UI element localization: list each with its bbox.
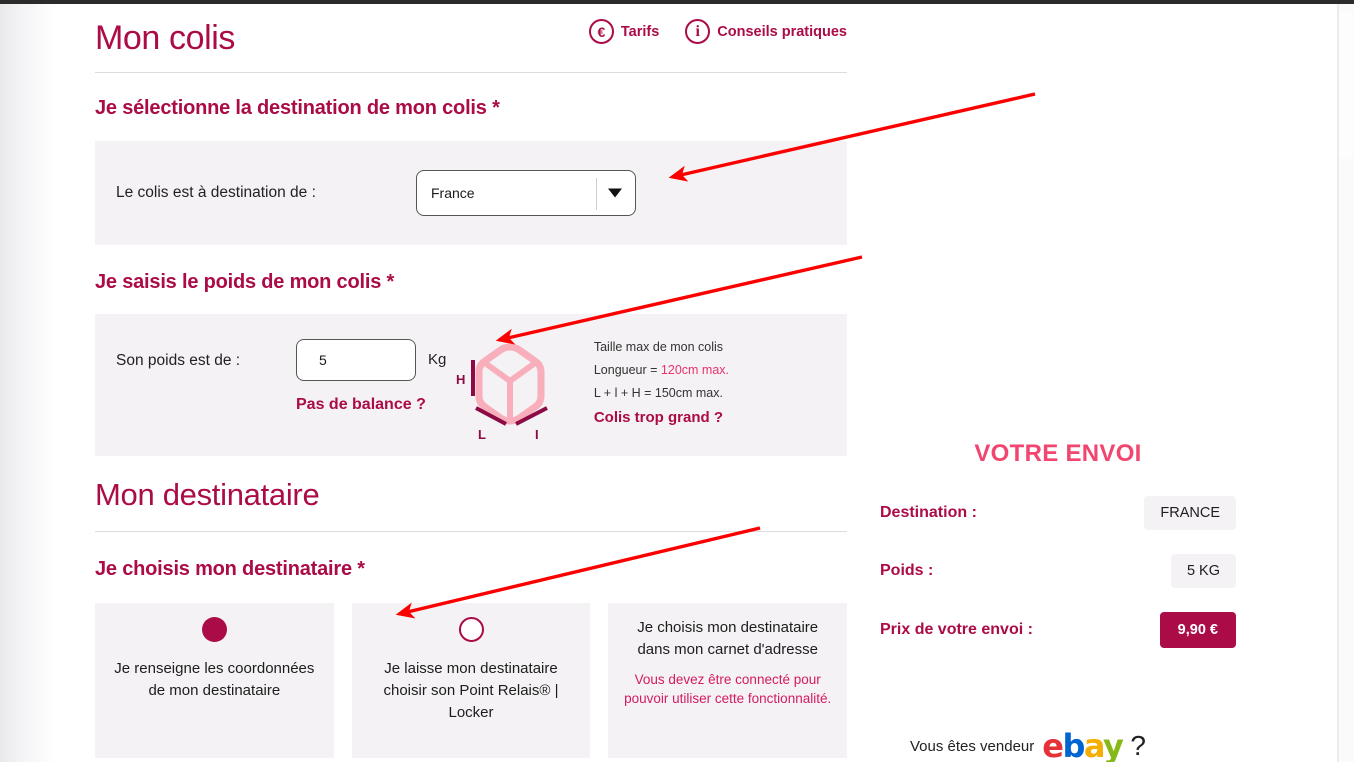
summary-row-destination: Destination : FRANCE <box>880 496 1236 530</box>
euro-icon: € <box>588 19 614 44</box>
box-label-height: H <box>456 372 465 387</box>
ebay-logo: ebay <box>1042 727 1124 762</box>
radio-unselected-icon[interactable] <box>458 617 484 642</box>
ebay-question-mark: ? <box>1130 730 1146 761</box>
destination-field-label: Le colis est à destination de : <box>116 184 316 201</box>
chevron-down-icon <box>608 188 622 198</box>
size-info-sum: L + l + H = 150cm max. <box>593 386 723 400</box>
ebay-letter-a: a <box>1083 727 1105 762</box>
select-separator <box>596 178 597 210</box>
weight-section-heading: Je saisis le poids de mon colis * <box>95 271 395 293</box>
summary-weight-value: 5 KG <box>1170 554 1236 588</box>
ebay-letter-e: e <box>1042 727 1064 762</box>
package-size-diagram: H L I <box>440 336 570 442</box>
destination-select-value: France <box>431 185 475 201</box>
info-icon: i <box>685 19 711 44</box>
size-info-length: Longueur = 120cm max. <box>594 363 729 377</box>
recipient-option-login-note: Vous devez être connecté pour pouvoir ut… <box>624 672 832 707</box>
shipment-summary-panel: VOTRE ENVOI Destination : FRANCE Poids :… <box>880 440 1236 672</box>
weight-field-label-wrap: Son poids est de : <box>116 339 296 370</box>
page-header: Mon colis € Tarifs i Conseils pratiques <box>95 0 847 72</box>
box-label-length: L <box>478 427 486 441</box>
app-page: Mon colis € Tarifs i Conseils pratiques … <box>0 0 1354 762</box>
ebay-letter-y: y <box>1102 727 1124 762</box>
weight-input-group: Kg Pas de balance ? <box>296 339 446 414</box>
header-links: € Tarifs i Conseils pratiques <box>588 19 847 44</box>
size-info-length-value: 120cm max. <box>660 363 730 377</box>
destination-select[interactable]: France <box>416 170 636 216</box>
too-big-link[interactable]: Colis trop grand ? <box>594 409 729 426</box>
weight-input[interactable] <box>296 339 416 381</box>
summary-weight-label: Poids : <box>880 562 934 579</box>
recipient-cards-row: Je renseigne les coordonnées de mon dest… <box>95 603 848 758</box>
vertical-scrollbar[interactable] <box>1338 4 1354 762</box>
tarifs-link[interactable]: € Tarifs <box>588 19 660 44</box>
tarifs-link-label: Tarifs <box>620 23 660 40</box>
weight-panel: Son poids est de : Kg Pas de balance ? <box>95 314 847 456</box>
recipient-section-heading: Je choisis mon destinataire * <box>95 558 365 580</box>
conseils-pratiques-link-label: Conseils pratiques <box>717 23 847 40</box>
conseils-pratiques-link[interactable]: i Conseils pratiques <box>685 19 847 44</box>
ebay-promo[interactable]: Vous êtes vendeur ebay ? <box>910 730 1146 762</box>
summary-row-price: Prix de votre envoi : 9,90 € <box>880 612 1236 648</box>
ebay-promo-text: Vous êtes vendeur <box>910 737 1035 755</box>
size-info-length-prefix: Longueur = <box>593 363 661 377</box>
summary-price-label: Prix de votre envoi : <box>880 621 1033 638</box>
destination-panel: Le colis est à destination de : France <box>95 141 847 245</box>
recipient-option-own-address[interactable]: Je renseigne les coordonnées de mon dest… <box>95 603 334 758</box>
recipient-big-title: Mon destinataire <box>95 477 320 512</box>
main-content-column: Mon colis € Tarifs i Conseils pratiques … <box>95 0 848 758</box>
recipient-option-point-relais[interactable]: Je laisse mon destinataire choisir son P… <box>351 603 591 758</box>
page-left-edge-shadow <box>0 4 56 762</box>
summary-price-value: 9,90 € <box>1159 612 1236 648</box>
box-label-width: I <box>535 427 539 441</box>
recipient-option-label: Je renseigne les coordonnées de mon dest… <box>114 660 315 700</box>
summary-destination-label: Destination : <box>880 504 977 521</box>
summary-title: VOTRE ENVOI <box>974 440 1142 467</box>
ebay-letter-b: b <box>1062 727 1085 762</box>
radio-selected-icon[interactable] <box>201 617 227 642</box>
size-info-block: Taille max de mon colis Longueur = 120cm… <box>594 339 729 426</box>
recipient-option-label: Je laisse mon destinataire choisir son P… <box>383 660 559 722</box>
recipient-option-address-book[interactable]: Je choisis mon destinataire dans mon car… <box>608 603 848 758</box>
package-cube-icon: H L I <box>456 343 548 442</box>
size-info-title: Taille max de mon colis <box>593 340 724 354</box>
scrollbar-thumb[interactable] <box>1339 10 1353 160</box>
weight-field-label: Son poids est de : <box>116 352 241 369</box>
summary-row-weight: Poids : 5 KG <box>880 554 1236 588</box>
summary-destination-value: FRANCE <box>1144 496 1236 530</box>
recipient-option-label: Je choisis mon destinataire dans mon car… <box>637 619 819 659</box>
no-scale-link[interactable]: Pas de balance ? <box>296 396 426 414</box>
destination-section-heading: Je sélectionne la destination de mon col… <box>95 97 500 119</box>
